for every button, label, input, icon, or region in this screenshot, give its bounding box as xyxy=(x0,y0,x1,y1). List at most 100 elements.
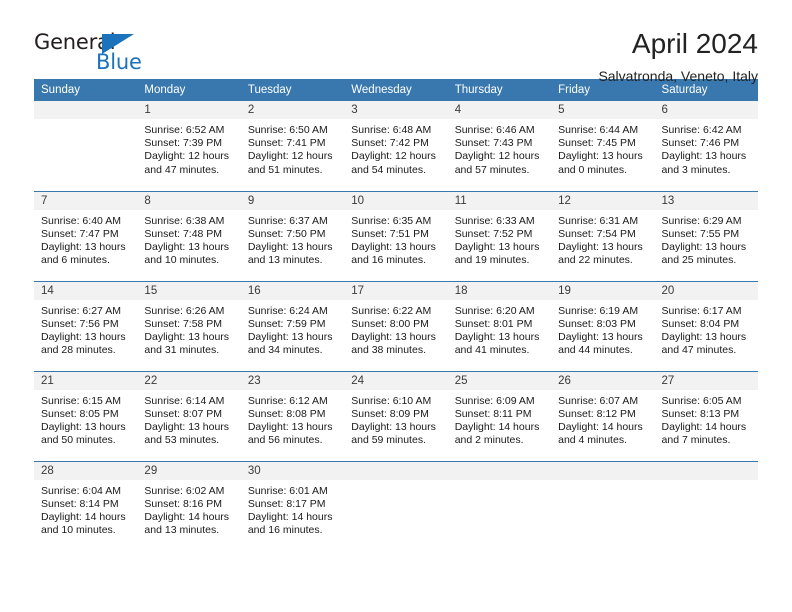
day-number: 9 xyxy=(240,191,345,210)
calendar-day-cell[interactable]: 27 Sunrise: 6:05 AM Sunset: 8:13 PM Dayligh… xyxy=(654,370,758,461)
sunrise-text: Sunrise: 6:27 AM xyxy=(41,304,121,317)
daylight-text-line2: and 53 minutes. xyxy=(144,434,220,447)
daylight-text-line2: and 7 minutes. xyxy=(661,434,731,447)
daylight-text-line2: and 25 minutes. xyxy=(661,254,737,267)
day-details xyxy=(655,480,758,485)
weekday-header-sunday: Sunday xyxy=(34,79,138,101)
day-details: Sunrise: 6:27 AM Sunset: 7:56 PM Daylight:… xyxy=(34,300,137,358)
sunrise-text: Sunrise: 6:15 AM xyxy=(41,394,121,407)
sunrise-text: Sunrise: 6:14 AM xyxy=(144,394,225,407)
calendar-day-cell[interactable]: 24 Sunrise: 6:10 AM Sunset: 8:09 PM Dayligh… xyxy=(344,370,448,461)
calendar-day-cell[interactable]: 1 Sunrise: 6:52 AM Sunset: 7:39 PM Daylight… xyxy=(137,101,241,191)
daylight-text-line2: and 50 minutes. xyxy=(41,434,116,447)
day-number: 11 xyxy=(447,191,552,210)
sunset-text: Sunset: 7:48 PM xyxy=(144,227,223,240)
day-number: 1 xyxy=(137,101,241,119)
day-details: Sunrise: 6:33 AM Sunset: 7:52 PM Daylight:… xyxy=(448,210,551,268)
calendar-day-cell[interactable]: 5 Sunrise: 6:44 AM Sunset: 7:45 PM Daylight… xyxy=(551,101,655,191)
general-blue-logo[interactable]: General Blue xyxy=(34,28,150,78)
sunrise-text: Sunrise: 6:46 AM xyxy=(454,124,535,136)
calendar-day-cell[interactable]: 26 Sunrise: 6:07 AM Sunset: 8:12 PM Dayligh… xyxy=(551,370,655,461)
sunset-text: Sunset: 8:05 PM xyxy=(41,407,119,420)
daylight-text-line2: and 44 minutes. xyxy=(558,344,633,357)
calendar-day-cell[interactable]: 7 Sunrise: 6:40 AM Sunset: 7:47 PM Daylight… xyxy=(34,190,138,281)
sunset-text: Sunset: 7:52 PM xyxy=(454,227,533,240)
day-number: 15 xyxy=(137,281,241,300)
daylight-text-line1: Daylight: 13 hours xyxy=(41,240,126,253)
calendar-day-cell[interactable]: 13 Sunrise: 6:29 AM Sunset: 7:55 PM Dayligh… xyxy=(654,190,758,281)
day-details: Sunrise: 6:42 AM Sunset: 7:46 PM Daylight:… xyxy=(655,119,758,177)
day-number: 5 xyxy=(551,101,655,119)
calendar-day-cell[interactable]: 2 Sunrise: 6:50 AM Sunset: 7:41 PM Daylight… xyxy=(240,101,345,191)
calendar-day-cell[interactable]: 25 Sunrise: 6:09 AM Sunset: 8:11 PM Dayligh… xyxy=(447,370,552,461)
calendar-day-cell[interactable]: 17 Sunrise: 6:22 AM Sunset: 8:00 PM Dayligh… xyxy=(344,280,448,371)
calendar-day-cell[interactable]: 8 Sunrise: 6:38 AM Sunset: 7:48 PM Daylight… xyxy=(137,190,241,281)
daylight-text-line1: Daylight: 13 hours xyxy=(247,240,333,253)
day-number xyxy=(34,101,138,119)
sunrise-text: Sunrise: 6:10 AM xyxy=(351,394,432,407)
day-details: Sunrise: 6:35 AM Sunset: 7:51 PM Daylight:… xyxy=(344,210,447,268)
calendar-day-cell[interactable]: 10 Sunrise: 6:35 AM Sunset: 7:51 PM Dayligh… xyxy=(344,190,448,281)
day-details: Sunrise: 6:19 AM Sunset: 8:03 PM Daylight:… xyxy=(551,300,654,358)
calendar-day-cell[interactable]: 22 Sunrise: 6:14 AM Sunset: 8:07 PM Dayligh… xyxy=(137,370,241,461)
calendar-day-cell[interactable]: 18 Sunrise: 6:20 AM Sunset: 8:01 PM Dayligh… xyxy=(447,280,552,371)
daylight-text-line1: Daylight: 13 hours xyxy=(247,330,333,343)
calendar-day-cell[interactable]: 12 Sunrise: 6:31 AM Sunset: 7:54 PM Dayligh… xyxy=(551,190,655,281)
calendar-day-cell-empty xyxy=(551,460,655,551)
daylight-text-line1: Daylight: 13 hours xyxy=(558,150,643,163)
calendar-day-cell[interactable]: 14 Sunrise: 6:27 AM Sunset: 7:56 PM Dayligh… xyxy=(34,280,138,371)
sunset-text: Sunset: 7:42 PM xyxy=(351,137,429,150)
daylight-text-line1: Daylight: 13 hours xyxy=(41,420,126,433)
calendar-day-cell[interactable]: 3 Sunrise: 6:48 AM Sunset: 7:42 PM Daylight… xyxy=(344,101,448,191)
day-number: 6 xyxy=(654,101,758,119)
calendar-day-cell[interactable]: 23 Sunrise: 6:12 AM Sunset: 8:08 PM Dayligh… xyxy=(240,370,345,461)
day-details: Sunrise: 6:31 AM Sunset: 7:54 PM Daylight:… xyxy=(551,210,654,268)
day-details: Sunrise: 6:04 AM Sunset: 8:14 PM Daylight:… xyxy=(34,480,137,538)
day-details: Sunrise: 6:15 AM Sunset: 8:05 PM Daylight:… xyxy=(34,390,137,448)
day-details xyxy=(344,480,447,485)
weekday-header-monday: Monday xyxy=(137,79,241,101)
sunset-text: Sunset: 7:51 PM xyxy=(351,227,429,240)
calendar-day-cell[interactable]: 29 Sunrise: 6:02 AM Sunset: 8:16 PM Dayligh… xyxy=(137,460,241,551)
daylight-text-line1: Daylight: 13 hours xyxy=(558,330,643,343)
sunset-text: Sunset: 8:12 PM xyxy=(558,407,636,420)
calendar-day-cell[interactable]: 19 Sunrise: 6:19 AM Sunset: 8:03 PM Dayligh… xyxy=(551,280,655,371)
daylight-text-line2: and 16 minutes. xyxy=(247,524,323,537)
daylight-text-line1: Daylight: 13 hours xyxy=(351,420,436,433)
calendar-day-cell[interactable]: 15 Sunrise: 6:26 AM Sunset: 7:58 PM Dayligh… xyxy=(137,280,241,371)
calendar-day-cell[interactable]: 4 Sunrise: 6:46 AM Sunset: 7:43 PM Daylight… xyxy=(447,101,552,191)
day-details: Sunrise: 6:26 AM Sunset: 7:58 PM Daylight:… xyxy=(137,300,240,358)
sunset-text: Sunset: 7:45 PM xyxy=(558,137,636,150)
daylight-text-line2: and 51 minutes. xyxy=(247,163,323,176)
daylight-text-line2: and 47 minutes. xyxy=(661,344,737,357)
day-details: Sunrise: 6:17 AM Sunset: 8:04 PM Daylight:… xyxy=(655,300,758,358)
day-number: 22 xyxy=(137,371,241,390)
calendar-day-cell[interactable]: 30 Sunrise: 6:01 AM Sunset: 8:17 PM Dayligh… xyxy=(240,460,345,551)
calendar-day-cell[interactable]: 21 Sunrise: 6:15 AM Sunset: 8:05 PM Dayligh… xyxy=(34,370,138,461)
sunset-text: Sunset: 8:01 PM xyxy=(454,317,533,330)
calendar-day-cell[interactable]: 6 Sunrise: 6:42 AM Sunset: 7:46 PM Daylight… xyxy=(654,101,758,191)
sunset-text: Sunset: 7:47 PM xyxy=(41,227,119,240)
daylight-text-line2: and 16 minutes. xyxy=(351,254,426,267)
calendar-day-cell[interactable]: 11 Sunrise: 6:33 AM Sunset: 7:52 PM Dayligh… xyxy=(447,190,552,281)
daylight-text-line2: and 13 minutes. xyxy=(144,524,220,537)
sunrise-text: Sunrise: 6:22 AM xyxy=(351,304,432,317)
sunset-text: Sunset: 7:50 PM xyxy=(247,227,326,240)
calendar-day-cell[interactable]: 28 Sunrise: 6:04 AM Sunset: 8:14 PM Dayligh… xyxy=(34,460,138,551)
sunrise-text: Sunrise: 6:09 AM xyxy=(454,394,535,407)
calendar-day-cell[interactable]: 20 Sunrise: 6:17 AM Sunset: 8:04 PM Dayligh… xyxy=(654,280,758,371)
daylight-text-line1: Daylight: 13 hours xyxy=(661,150,747,163)
daylight-text-line2: and 2 minutes. xyxy=(454,434,524,447)
calendar-day-cell[interactable]: 9 Sunrise: 6:37 AM Sunset: 7:50 PM Daylight… xyxy=(240,190,345,281)
day-number: 19 xyxy=(551,281,655,300)
daylight-text-line1: Daylight: 14 hours xyxy=(41,510,126,523)
daylight-text-line1: Daylight: 12 hours xyxy=(454,150,540,163)
daylight-text-line2: and 57 minutes. xyxy=(454,163,530,176)
daylight-text-line2: and 13 minutes. xyxy=(247,254,323,267)
calendar-day-cell[interactable]: 16 Sunrise: 6:24 AM Sunset: 7:59 PM Dayligh… xyxy=(240,280,345,371)
day-number xyxy=(654,461,758,480)
logo-text-blue: Blue xyxy=(96,50,142,74)
day-number: 18 xyxy=(447,281,552,300)
sunrise-text: Sunrise: 6:05 AM xyxy=(661,394,742,407)
calendar-day-cell-empty xyxy=(654,460,758,551)
